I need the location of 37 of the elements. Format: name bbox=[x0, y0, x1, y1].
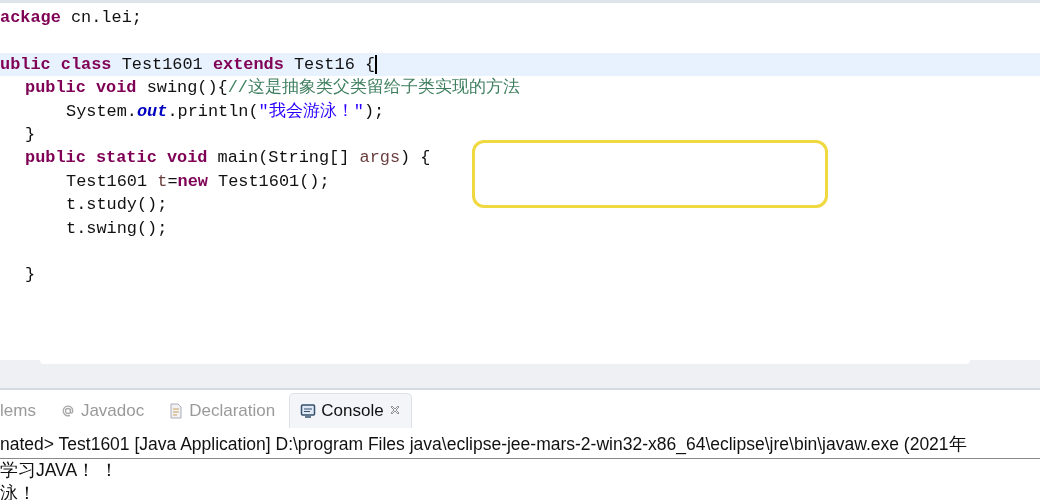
code-text: main(String[] bbox=[216, 148, 351, 168]
view-tab[interactable]: Console bbox=[289, 393, 412, 428]
code-text: ) { bbox=[400, 148, 431, 168]
code-text: ); bbox=[363, 101, 385, 121]
keyword: ackage bbox=[0, 8, 61, 27]
field-name: out bbox=[136, 101, 168, 121]
variable-name: args bbox=[359, 148, 401, 168]
view-tab[interactable]: lems bbox=[0, 394, 46, 428]
keyword: new bbox=[177, 171, 208, 191]
code-text: = bbox=[167, 171, 178, 191]
console-output-line: 学习JAVA！ ！ bbox=[0, 459, 120, 482]
code-text: Test1601 bbox=[120, 54, 204, 74]
code-text: } bbox=[25, 124, 36, 144]
code-comment: //这是抽象类父类留给子类实现的方法 bbox=[227, 78, 520, 98]
code-text: Test1601(); bbox=[217, 171, 330, 191]
code-text: .println( bbox=[167, 101, 259, 121]
code-text: t.swing(); bbox=[66, 218, 168, 238]
keyword: ublic class bbox=[0, 54, 112, 74]
code-text: swing(){ bbox=[145, 78, 228, 98]
code-text: t.study(); bbox=[66, 195, 168, 215]
console-header: nated> Test1601 [Java Application] D:\program Files java\eclipse-jee-mars-2-win32-x86_64\eclipse\jre\bin\javaw.exe (2021年 bbox=[0, 428, 1040, 459]
code-text: cn.lei; bbox=[69, 8, 142, 27]
code-text: Test1601 bbox=[66, 171, 149, 191]
text-cursor bbox=[375, 54, 377, 74]
document-icon bbox=[168, 403, 185, 419]
keyword: public void bbox=[25, 78, 137, 98]
variable-name: t bbox=[157, 171, 168, 191]
code-text: System. bbox=[66, 101, 137, 121]
code-text: Test16 { bbox=[292, 54, 376, 74]
code-text: } bbox=[25, 265, 36, 285]
keyword: extends bbox=[212, 54, 284, 74]
view-tab[interactable]: Declaration bbox=[158, 394, 286, 428]
view-tab[interactable]: Javadoc bbox=[49, 394, 155, 428]
close-icon[interactable] bbox=[388, 405, 401, 417]
string-literal: "我会游泳！" bbox=[258, 101, 364, 121]
keyword: public static void bbox=[25, 148, 208, 168]
monitor-icon bbox=[300, 403, 317, 419]
